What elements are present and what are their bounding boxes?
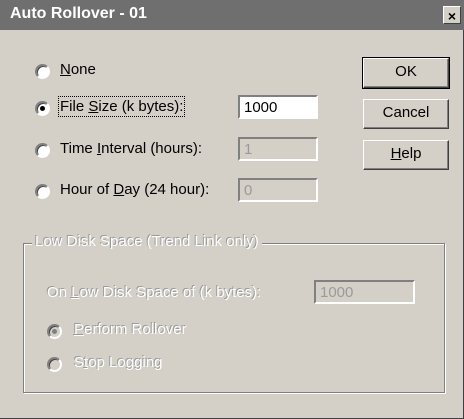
file-size-radio[interactable]	[35, 101, 50, 116]
file-size-label-pre: File	[60, 98, 89, 115]
time-interval-radio[interactable]	[35, 143, 50, 158]
low-disk-threshold-pre: On	[47, 284, 72, 301]
help-button-post: elp	[401, 145, 422, 162]
low-disk-threshold-post: ow Disk Space of (k bytes):	[79, 284, 262, 301]
time-interval-input[interactable]: 1	[238, 137, 318, 161]
help-button-key: H	[390, 145, 402, 162]
help-button[interactable]: Help	[363, 140, 449, 170]
time-interval-label-pre: Time	[60, 140, 97, 157]
hour-of-day-label[interactable]: Hour of Day (24 hour):	[60, 181, 209, 198]
none-label[interactable]: None	[60, 61, 96, 78]
window-title: Auto Rollover - 01	[10, 5, 147, 22]
perform-rollover-key: P	[74, 321, 85, 338]
hour-of-day-label-pre: Hour of	[60, 181, 114, 198]
file-size-input[interactable]: 1000	[238, 95, 318, 119]
perform-rollover-label[interactable]: Perform Rollover	[74, 321, 187, 338]
stop-logging-radio[interactable]	[47, 357, 62, 372]
low-disk-space-legend: Low Disk Space (Trend Link only)	[32, 233, 262, 250]
stop-logging-pre: S	[74, 354, 85, 371]
close-button[interactable]: ×	[443, 6, 461, 24]
none-label-key: N	[60, 61, 71, 78]
perform-rollover-radio[interactable]	[47, 324, 62, 339]
ok-button[interactable]: OK	[362, 57, 450, 89]
low-disk-threshold-key: L	[71, 284, 80, 301]
file-size-label-post: ize (k bytes):	[98, 98, 184, 115]
stop-logging-label[interactable]: Stop Logging	[74, 354, 162, 371]
time-interval-label[interactable]: Time Interval (hours):	[60, 140, 202, 157]
hour-of-day-label-key: D	[113, 181, 125, 198]
cancel-button[interactable]: Cancel	[363, 99, 449, 129]
file-size-label[interactable]: File Size (k bytes):	[57, 96, 186, 117]
perform-rollover-post: erform Rollover	[84, 321, 187, 338]
low-disk-threshold-label: On Low Disk Space of (k bytes):	[47, 284, 261, 301]
hour-of-day-radio[interactable]	[35, 184, 50, 199]
low-disk-threshold-input[interactable]: 1000	[314, 280, 415, 304]
close-icon: ×	[447, 8, 457, 24]
time-interval-label-post: nterval (hours):	[101, 140, 202, 157]
hour-of-day-label-post: ay (24 hour):	[124, 181, 210, 198]
file-size-label-key: S	[88, 98, 99, 115]
none-label-post: one	[70, 61, 96, 78]
stop-logging-post: op Logging	[88, 354, 163, 371]
none-radio[interactable]	[35, 64, 50, 79]
auto-rollover-dialog: Auto Rollover - 01 × None File Size (k b…	[0, 0, 464, 419]
title-bar[interactable]: Auto Rollover - 01 ×	[0, 0, 464, 30]
hour-of-day-input[interactable]: 0	[238, 178, 318, 202]
